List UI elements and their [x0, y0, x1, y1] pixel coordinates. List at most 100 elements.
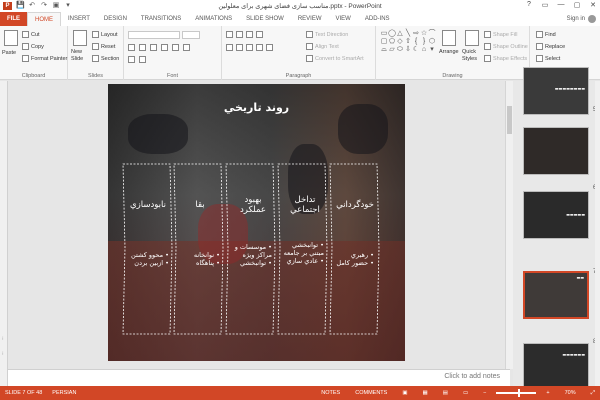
slide-sorter-icon[interactable]: ▦ [418, 390, 433, 396]
find-button[interactable]: Find [536, 31, 556, 38]
tab-insert[interactable]: INSERT [61, 12, 97, 26]
shape-icon[interactable]: ◇ [396, 38, 404, 46]
thumbnails-scrollbar[interactable] [595, 81, 600, 386]
shape-icon[interactable]: ▱ [388, 46, 396, 54]
shape-icon[interactable]: ╲ [404, 30, 412, 38]
quick-styles-button[interactable]: Quick Styles [462, 49, 484, 63]
decrease-indent-icon[interactable] [246, 31, 253, 38]
shape-icon[interactable]: ⬠ [388, 38, 396, 46]
bold-icon[interactable] [128, 44, 135, 51]
notes-pane[interactable]: Click to add notes [8, 369, 510, 386]
minimize-icon[interactable]: — [556, 1, 566, 9]
slideshow-view-icon[interactable]: ▭ [458, 390, 473, 396]
shape-icon[interactable]: ⇩ [404, 46, 412, 54]
tab-file[interactable]: FILE [0, 12, 27, 26]
tab-animations[interactable]: ANIMATIONS [188, 12, 239, 26]
tab-home[interactable]: HOME [27, 12, 61, 26]
numbering-icon[interactable] [236, 31, 243, 38]
copy-button[interactable]: Copy [22, 43, 44, 50]
reading-view-icon[interactable]: ▤ [438, 390, 453, 396]
align-text-button[interactable]: Align Text [306, 43, 339, 50]
text-direction-button[interactable]: Text Direction [306, 31, 348, 38]
bullets-icon[interactable] [226, 31, 233, 38]
normal-view-icon[interactable]: ▣ [397, 390, 412, 396]
italic-icon[interactable] [139, 44, 146, 51]
sign-in[interactable]: Sign in [567, 12, 600, 26]
shape-icon[interactable]: } [420, 38, 428, 46]
increase-indent-icon[interactable] [256, 31, 263, 38]
tab-review[interactable]: REVIEW [291, 12, 329, 26]
tab-view[interactable]: VIEW [329, 12, 358, 26]
shape-icon[interactable]: ☾ [412, 46, 420, 54]
tab-slide-show[interactable]: SLIDE SHOW [239, 12, 291, 26]
slide-canvas[interactable]: روند تاريخي خودگرداني رهبري حضور كامل تد… [108, 84, 405, 361]
slide-thumbnail[interactable] [523, 127, 589, 175]
arrange-button[interactable]: Arrange [439, 49, 459, 55]
drawing-group: ▭ ◯ △ ╲ ⇨ ☆ ⌒ ▢ ⬠ ◇ ⇧{} ⬡ ⌓ ▱ ⬭ ⇩ ☾ ⌂ ▾ Arrange Quick St… [376, 26, 530, 80]
shape-icon[interactable]: ▾ [428, 46, 436, 54]
align-center-icon[interactable] [236, 44, 243, 51]
slide-scrollbar[interactable] [505, 81, 513, 369]
spacing-icon[interactable] [183, 44, 190, 51]
shape-icon[interactable]: ⬡ [428, 38, 436, 46]
language-indicator[interactable]: PERSIAN [47, 390, 81, 396]
strikethrough-icon[interactable] [161, 44, 168, 51]
font-name-field[interactable] [128, 31, 180, 39]
shape-icon[interactable]: { [412, 38, 420, 46]
shape-icon[interactable]: ◯ [388, 30, 396, 38]
shape-icon[interactable]: ⬭ [396, 46, 404, 54]
justify-icon[interactable] [256, 44, 263, 51]
align-left-icon[interactable] [226, 44, 233, 51]
zoom-slider[interactable] [496, 389, 537, 397]
convert-smartart-button[interactable]: Convert to SmartArt [306, 55, 364, 62]
fit-slide-icon[interactable]: ⤢ [586, 390, 600, 397]
tab-add-ins[interactable]: ADD-INS [358, 12, 397, 26]
zoom-in-icon[interactable]: + [541, 390, 554, 396]
layout-button[interactable]: Layout [92, 31, 118, 38]
underline-icon[interactable] [150, 44, 157, 51]
zoom-out-icon[interactable]: − [478, 390, 491, 396]
shape-outline-button[interactable]: Shape Outline [484, 43, 528, 50]
cut-button[interactable]: Cut [22, 31, 40, 38]
shape-icon[interactable]: ☆ [420, 30, 428, 38]
shape-effects-button[interactable]: Shape Effects [484, 55, 527, 62]
slide-thumbnail-selected[interactable]: ▬▬ [523, 271, 589, 319]
paste-button[interactable]: Paste [2, 50, 16, 56]
slide-thumbnail[interactable]: ▬▬▬▬▬▬ [523, 343, 589, 391]
notes-toggle[interactable]: NOTES [316, 390, 345, 396]
reset-button[interactable]: Reset [92, 43, 115, 50]
slide-thumbnail[interactable]: ▬▬▬▬▬▬▬▬ [523, 67, 589, 115]
maximize-icon[interactable]: ▢ [572, 1, 582, 9]
shape-icon[interactable]: ⌓ [380, 46, 388, 54]
ribbon-display-icon[interactable]: ▭ [540, 1, 550, 9]
shadow-icon[interactable] [172, 44, 179, 51]
section-button[interactable]: Section [92, 55, 119, 62]
replace-button[interactable]: Replace [536, 43, 565, 50]
select-button[interactable]: Select [536, 55, 560, 62]
comments-toggle[interactable]: COMMENTS [350, 390, 392, 396]
shape-icon[interactable]: ⌂ [420, 46, 428, 54]
columns-icon[interactable] [266, 44, 273, 51]
shape-icon[interactable]: ⇧ [404, 38, 412, 46]
new-slide-button[interactable]: New Slide [71, 49, 93, 63]
shape-icon[interactable]: ▭ [380, 30, 388, 38]
align-right-icon[interactable] [246, 44, 253, 51]
help-icon[interactable]: ? [524, 1, 534, 9]
highlight-icon[interactable] [139, 56, 146, 63]
font-color-icon[interactable] [128, 56, 135, 63]
slide-thumbnail[interactable]: ▬▬▬▬▬ [523, 191, 589, 239]
shape-icon[interactable]: ▢ [380, 38, 388, 46]
format-painter-button[interactable]: Format Painter [22, 55, 67, 62]
fill-icon [484, 31, 491, 38]
zoom-level[interactable]: 70% [560, 390, 581, 396]
shapes-gallery[interactable]: ▭ ◯ △ ╲ ⇨ ☆ ⌒ ▢ ⬠ ◇ ⇧{} ⬡ ⌓ ▱ ⬭ ⇩ ☾ ⌂ ▾ [380, 30, 438, 62]
font-size-field[interactable] [182, 31, 200, 39]
tab-design[interactable]: DESIGN [97, 12, 134, 26]
shape-icon[interactable]: ⇨ [412, 30, 420, 38]
tab-transitions[interactable]: TRANSITIONS [134, 12, 188, 26]
shape-fill-button[interactable]: Shape Fill [484, 31, 517, 38]
shape-icon[interactable]: △ [396, 30, 404, 38]
close-icon[interactable]: ✕ [588, 1, 598, 9]
scrollbar-thumb[interactable] [507, 106, 512, 134]
shape-icon[interactable]: ⌒ [428, 30, 436, 38]
